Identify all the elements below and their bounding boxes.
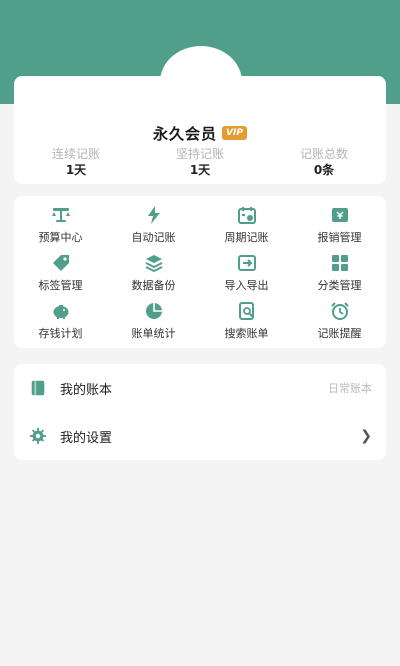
- search-document-icon: [236, 300, 258, 322]
- chevron-right-icon: ❯: [360, 428, 372, 444]
- lightning-icon: [143, 204, 165, 226]
- menu-reimbursement[interactable]: 报销管理: [293, 200, 386, 248]
- menu-label: 自动记账: [131, 230, 176, 244]
- account-book-label: 我的账本: [60, 382, 113, 398]
- account-book-value: 日常账本: [328, 382, 372, 395]
- menu-label: 搜索账单: [224, 326, 269, 340]
- stats-row: 连续记账 1天 坚持记账 1天 记账总数 0条: [14, 146, 386, 182]
- calendar-icon: [236, 204, 258, 226]
- menu-saving-plan[interactable]: 存钱计划: [14, 296, 107, 344]
- book-icon: [28, 378, 48, 398]
- menu-periodic-record[interactable]: 周期记账: [200, 200, 293, 248]
- stat-label: 坚持记账: [175, 147, 224, 161]
- stat-label: 记账总数: [299, 147, 348, 161]
- stat-label: 连续记账: [51, 147, 100, 161]
- layers-icon: [143, 252, 165, 274]
- menu-record-reminder[interactable]: 记账提醒: [293, 296, 386, 344]
- menu-import-export[interactable]: 导入导出: [200, 248, 293, 296]
- menu-label: 报销管理: [317, 230, 362, 244]
- member-title: 永久会员: [153, 124, 218, 143]
- vip-badge: VIP: [222, 126, 247, 140]
- menu-budget-center[interactable]: 预算中心: [14, 200, 107, 248]
- menu-auto-record[interactable]: 自动记账: [107, 200, 200, 248]
- stat-value: 1天: [189, 163, 211, 177]
- settings-list: 我的账本 日常账本 我的设置 ❯: [14, 364, 386, 460]
- stat-total: 记账总数 0条: [262, 146, 386, 182]
- import-export-icon: [236, 252, 258, 274]
- stat-value: 0条: [313, 163, 335, 177]
- stat-consecutive: 连续记账 1天: [14, 146, 138, 182]
- menu-label: 标签管理: [38, 278, 83, 292]
- menu-label: 数据备份: [131, 278, 176, 292]
- alarm-clock-icon: [329, 300, 351, 322]
- menu-label: 记账提醒: [317, 326, 362, 340]
- menu-label: 账单统计: [131, 326, 176, 340]
- piggy-bank-icon: [50, 300, 72, 322]
- gear-icon: [28, 426, 48, 446]
- menu-tag-management[interactable]: 标签管理: [14, 248, 107, 296]
- menu-search-bills[interactable]: 搜索账单: [200, 296, 293, 344]
- feature-grid: 预算中心 自动记账 周期记账 报销管理 标签管理 数据备份 导入导出 分类管理 …: [14, 196, 386, 348]
- grid-icon: [329, 252, 351, 274]
- avatar[interactable]: [160, 46, 242, 118]
- reimburse-icon: [329, 204, 351, 226]
- menu-label: 存钱计划: [38, 326, 83, 340]
- tag-icon: [50, 252, 72, 274]
- stat-value: 1天: [65, 163, 87, 177]
- menu-bill-statistics[interactable]: 账单统计: [107, 296, 200, 344]
- my-settings-row[interactable]: 我的设置 ❯: [14, 412, 386, 460]
- menu-label: 分类管理: [317, 278, 362, 292]
- menu-label: 预算中心: [38, 230, 83, 244]
- stat-persist: 坚持记账 1天: [138, 146, 262, 182]
- settings-label: 我的设置: [60, 430, 113, 446]
- my-account-book-row[interactable]: 我的账本 日常账本: [14, 364, 386, 412]
- menu-category-management[interactable]: 分类管理: [293, 248, 386, 296]
- menu-data-backup[interactable]: 数据备份: [107, 248, 200, 296]
- menu-label: 周期记账: [224, 230, 269, 244]
- menu-label: 导入导出: [224, 278, 269, 292]
- scale-icon: [50, 204, 72, 226]
- pie-chart-icon: [143, 300, 165, 322]
- member-status: 永久会员 VIP: [0, 122, 400, 144]
